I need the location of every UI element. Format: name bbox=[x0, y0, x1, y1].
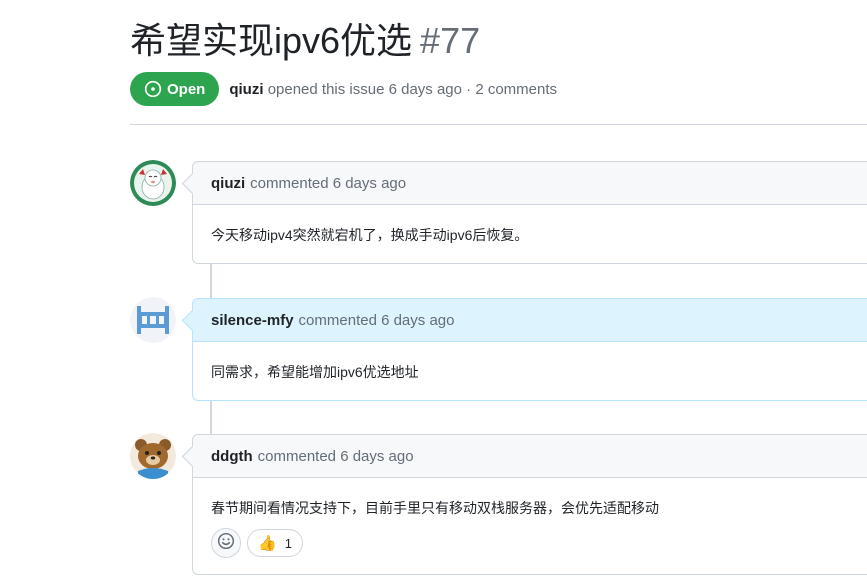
issue-number: #77 bbox=[420, 20, 481, 61]
thumbs-up-icon: 👍 bbox=[258, 535, 277, 552]
add-reaction-button[interactable] bbox=[211, 528, 241, 558]
smiley-icon bbox=[217, 532, 235, 555]
comment-body: 今天移动ipv4突然就宕机了，换成手动ipv6后恢复。 bbox=[211, 227, 529, 243]
issue-title-text: 希望实现ipv6优选 bbox=[130, 20, 413, 61]
comment-time[interactable]: commented 6 days ago bbox=[250, 175, 406, 192]
avatar-qiuzi[interactable] bbox=[130, 160, 176, 206]
avatar-ddgth[interactable] bbox=[130, 433, 176, 479]
issue-meta-text: qiuzi opened this issue 6 days ago · 2 c… bbox=[229, 81, 557, 98]
issue-title: 希望实现ipv6优选 #77 bbox=[130, 18, 480, 64]
comment-time[interactable]: commented 6 days ago bbox=[258, 448, 414, 465]
comment-card: ddgth commented 6 days ago 春节期间看情况支持下，目前… bbox=[192, 434, 867, 575]
comment-card: qiuzi commented 6 days ago 今天移动ipv4突然就宕机… bbox=[192, 161, 867, 264]
reactions-bar: 👍 1 bbox=[193, 518, 867, 558]
header-divider bbox=[130, 124, 867, 125]
issue-meta: Open qiuzi opened this issue 6 days ago … bbox=[130, 72, 557, 106]
timeline-connector bbox=[210, 262, 212, 298]
state-badge: Open bbox=[130, 72, 220, 106]
comment-body: 同需求，希望能增加ipv6优选地址 bbox=[211, 364, 419, 380]
comment-body: 春节期间看情况支持下，目前手里只有移动双栈服务器，会优先适配移动 bbox=[211, 500, 659, 516]
comment-header: silence-mfy commented 6 days ago bbox=[193, 299, 867, 342]
issue-opened-text: opened this issue 6 days ago · 2 comment… bbox=[267, 80, 558, 98]
comment-header: ddgth commented 6 days ago bbox=[193, 435, 867, 478]
issue-opened-icon bbox=[144, 80, 162, 98]
comment-author-link[interactable]: qiuzi bbox=[211, 175, 245, 192]
comment-author-link[interactable]: silence-mfy bbox=[211, 312, 294, 329]
issue-author-link[interactable]: qiuzi bbox=[229, 81, 263, 98]
timeline-connector bbox=[210, 398, 212, 434]
issue-page: 希望实现ipv6优选 #77 Open qiuzi opened this iss… bbox=[0, 0, 867, 585]
comment-time[interactable]: commented 6 days ago bbox=[299, 312, 455, 329]
reaction-count: 1 bbox=[284, 535, 292, 551]
comment-author-link[interactable]: ddgth bbox=[211, 448, 253, 465]
avatar-silence-mfy[interactable] bbox=[130, 297, 176, 343]
comment-card: silence-mfy commented 6 days ago 同需求，希望能… bbox=[192, 298, 867, 401]
state-label: Open bbox=[167, 80, 206, 98]
reaction-thumbs-up[interactable]: 👍 1 bbox=[247, 529, 303, 557]
comment-header: qiuzi commented 6 days ago bbox=[193, 162, 867, 205]
